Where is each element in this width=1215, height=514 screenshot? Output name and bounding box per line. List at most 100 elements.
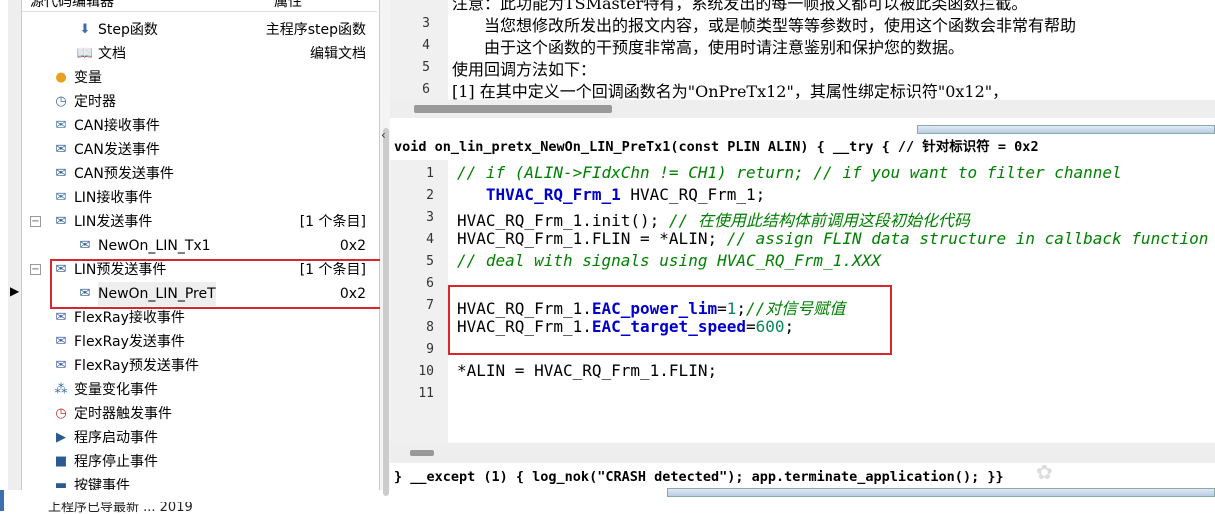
expander-icon[interactable]: − (30, 216, 41, 227)
code-token: // 在使用此结构体前调用这段初始化代码 (668, 211, 970, 230)
code-token: THVAC_RQ_Frm_1 (457, 185, 621, 204)
tree-item[interactable]: ⁂ 变量变化事件 (22, 378, 372, 402)
tree-item[interactable]: ✉ LIN接收事件 (22, 186, 372, 210)
tree-item[interactable]: ◷ 定时器 (22, 90, 372, 114)
tree-item-label: FlexRay接收事件 (74, 310, 185, 326)
line-number: 3 (426, 210, 434, 225)
panel-collapse-bar-bottom[interactable] (667, 488, 1215, 497)
status-text: 上程序已导最新 ... 2019 (48, 502, 193, 514)
line-number: 5 (426, 254, 434, 269)
line-number: 5 (422, 60, 430, 75)
code-token: // if (ALIN->FIdxChn != CH1) return; // … (457, 163, 1122, 182)
doc-horizontal-scrollbar[interactable] (390, 100, 1215, 118)
keyboard-icon: ▬ (54, 478, 68, 490)
flexray-icon: ✉ (55, 310, 67, 325)
line-number: 4 (422, 38, 430, 53)
tree-item[interactable]: ▶ 程序启动事件 (22, 426, 372, 450)
collapse-arrow-icon[interactable]: ‹ (381, 128, 386, 142)
flexray-icon: ✉ (55, 358, 67, 373)
book-icon: 📖 (76, 46, 94, 61)
doc-line: 使用回调方法如下： (452, 60, 597, 79)
doc-line: [1] 在其中定义一个回调函数名为"OnPreTx12"，其属性绑定标识符"0x… (452, 82, 1009, 101)
line-number: 7 (426, 298, 434, 313)
expander-icon[interactable]: − (30, 264, 41, 275)
panel-collapse-bar-top[interactable] (917, 125, 1215, 134)
line-number: 8 (426, 320, 434, 335)
tree-item-label: FlexRay预发送事件 (74, 358, 199, 374)
line-number: 6 (426, 276, 434, 291)
tree-item-label: 程序停止事件 (74, 454, 158, 470)
scroll-thumb[interactable] (410, 450, 434, 456)
tree-item[interactable]: 📖 文档 编辑文档 (22, 42, 372, 66)
tree-item[interactable]: ⬇ Step函数 主程序step函数 (22, 18, 372, 42)
arrow-down-icon: ⬇ (79, 22, 91, 37)
tree-item[interactable]: ◷ 定时器触发事件 (22, 402, 372, 426)
code-horizontal-scrollbar[interactable] (390, 443, 1215, 463)
tree-item[interactable]: ✉ FlexRay预发送事件 (22, 354, 372, 378)
tree-item-label: 程序启动事件 (74, 430, 158, 446)
tree-item-label: Step函数 (98, 22, 158, 38)
variable-change-icon: ⁂ (54, 382, 68, 397)
line-number: 9 (426, 342, 434, 357)
tree-item[interactable]: ▬ 按键事件 (22, 474, 372, 490)
tree-item-label: NewOn_LIN_Tx1 (98, 238, 211, 254)
send-mail-icon: ✉ (79, 238, 91, 253)
tree-item-label: FlexRay发送事件 (74, 334, 185, 350)
tree-header: 源代码编辑器 属性 (22, 0, 377, 12)
tree-item-label: 变量 (74, 70, 102, 86)
code-line: *ALIN = HVAC_RQ_Frm_1.FLIN; (457, 361, 717, 380)
tree-item[interactable]: ✉ FlexRay接收事件 (22, 306, 372, 330)
doc-line: 当您想修改所发出的报文内容，或是帧类型等等参数时，使用这个函数会非常有帮助 (452, 16, 1077, 35)
tree-item-label: CAN预发送事件 (74, 166, 174, 182)
tree-item-value: 编辑文档 (310, 46, 366, 62)
line-number: 3 (422, 16, 430, 31)
line-number: 11 (418, 386, 434, 401)
code-token: *ALIN = HVAC_RQ_Frm_1.FLIN; (457, 361, 718, 380)
tree-item[interactable]: ■ 程序停止事件 (22, 450, 372, 474)
line-number: 1 (426, 166, 434, 181)
code-line: // deal with signals using HVAC_RQ_Frm_1… (457, 251, 881, 270)
header-property: 属性 (274, 0, 302, 10)
current-row-indicator-icon: ▶ (10, 284, 20, 298)
tree-item-label: 定时器触发事件 (74, 406, 172, 422)
tree-item-label: CAN发送事件 (74, 142, 160, 158)
play-icon: ▶ (56, 430, 66, 445)
stop-icon: ■ (54, 454, 68, 469)
doc-view: 注意：此功能为TSMaster特有，系统发出的每一帧报文都可以被此类函数拦截。 3… (390, 0, 1215, 120)
watermark: ✿ (1036, 460, 1053, 484)
code-token: HVAC_RQ_Frm_1.init(); (457, 211, 669, 230)
timer-trigger-icon: ◷ (55, 406, 67, 421)
line-number: 4 (426, 232, 434, 247)
send-mail-icon: ✉ (55, 142, 67, 157)
line-number: 6 (422, 82, 430, 97)
code-token: HVAC_RQ_Frm_1.FLIN = *ALIN; (457, 229, 727, 248)
tree-item-value: 主程序step函数 (265, 22, 366, 38)
code-token: HVAC_RQ_Frm_1; (620, 185, 766, 204)
line-number: 2 (426, 188, 434, 203)
tree-item-label: 按键事件 (74, 478, 130, 490)
tree-item[interactable]: ✉ NewOn_LIN_Tx1 0x2 (22, 234, 372, 258)
tree-item[interactable]: ✉ CAN接收事件 (22, 114, 372, 138)
highlight-box-tree (50, 259, 393, 309)
tree-item-label: LIN发送事件 (74, 214, 153, 230)
row-header-column (8, 0, 22, 490)
scroll-thumb[interactable] (414, 105, 612, 113)
tree-item[interactable]: − ✉ LIN发送事件 [1 个条目] (22, 210, 372, 234)
flexray-icon: ✉ (55, 334, 67, 349)
tree-item-label: CAN接收事件 (74, 118, 160, 134)
tree-panel: 源代码编辑器 属性 ⬇ Step函数 主程序step函数 📖 文档 编辑文档 ● 变量 ◷ 定时器… (0, 0, 380, 490)
tree-item-label: 变量变化事件 (74, 382, 158, 398)
tree-item[interactable]: ✉ CAN发送事件 (22, 138, 372, 162)
tree-item[interactable]: ● 变量 (22, 66, 372, 90)
function-header: void on_lin_pretx_NewOn_LIN_PreTx1(const… (394, 139, 1039, 155)
tree-vertical-scrollbar[interactable] (383, 128, 389, 496)
tree-item-value: 0x2 (339, 238, 366, 254)
tree-item[interactable]: ✉ CAN预发送事件 (22, 162, 372, 186)
variable-icon: ● (55, 70, 67, 85)
line-number: 10 (418, 364, 434, 379)
header-name: 源代码编辑器 (30, 0, 114, 10)
send-mail-icon: ✉ (55, 166, 67, 181)
tree-item-label: 文档 (98, 46, 126, 62)
send-mail-icon: ✉ (55, 214, 67, 229)
tree-item[interactable]: ✉ FlexRay发送事件 (22, 330, 372, 354)
